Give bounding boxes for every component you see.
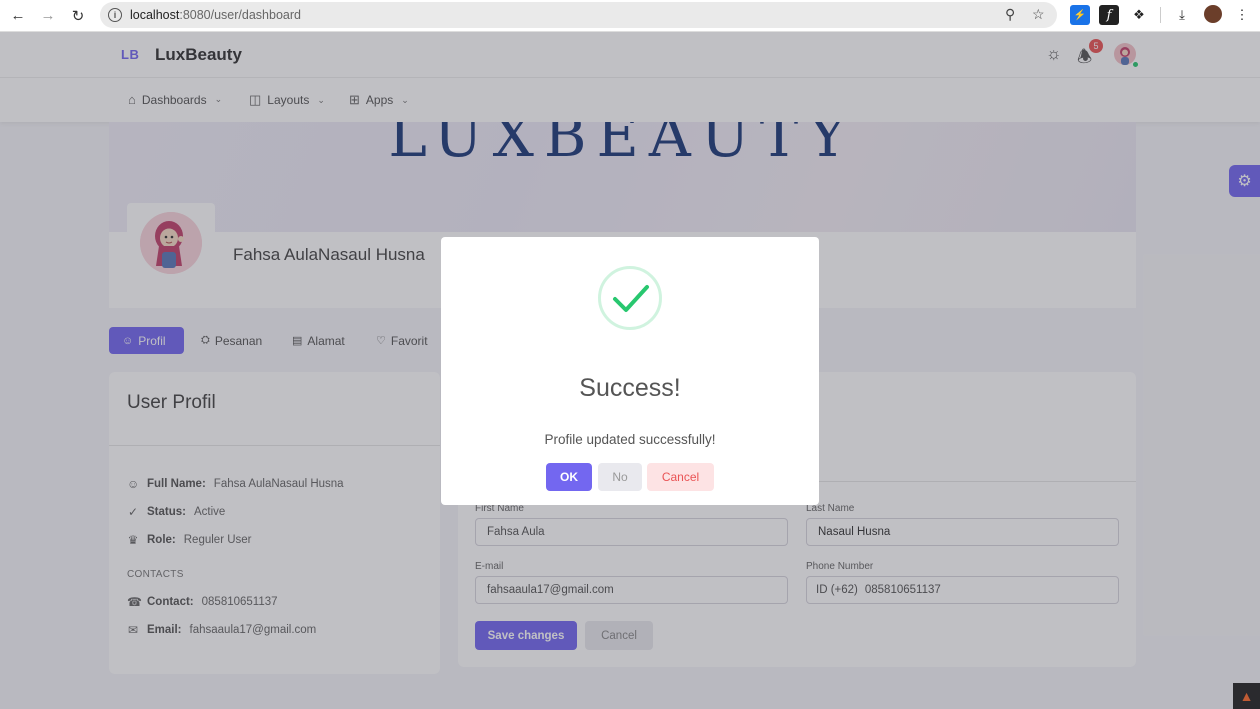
download-icon[interactable]: ⤓ xyxy=(1172,5,1192,25)
success-dialog: Success! Profile updated successfully! O… xyxy=(441,237,819,505)
site-info-icon[interactable]: i xyxy=(108,8,122,22)
ok-button[interactable]: OK xyxy=(546,463,592,491)
dialog-cancel-button[interactable]: Cancel xyxy=(647,463,714,491)
browser-toolbar: ← → ↻ i localhost:8080/user/dashboard ⚲ … xyxy=(0,0,1260,32)
puzzle-icon[interactable]: ❖ xyxy=(1129,5,1149,25)
zoom-icon[interactable]: ⚲ xyxy=(1005,6,1015,23)
checkmark-graphic xyxy=(613,285,649,312)
bookmark-star-icon[interactable]: ☆ xyxy=(1032,6,1045,23)
dialog-title: Success! xyxy=(579,374,681,402)
address-bar[interactable]: i localhost:8080/user/dashboard ⚲ ☆ xyxy=(100,2,1057,28)
extension-icon[interactable]: ⚡ xyxy=(1070,5,1090,25)
dialog-message: Profile updated successfully! xyxy=(544,432,716,447)
fx-extension-icon[interactable]: f xyxy=(1099,5,1119,25)
url-text: localhost:8080/user/dashboard xyxy=(130,8,301,22)
no-button[interactable]: No xyxy=(598,463,642,491)
toolbar-divider xyxy=(1160,7,1161,23)
back-icon[interactable]: ← xyxy=(3,3,33,29)
success-check-icon xyxy=(598,266,662,330)
reload-icon[interactable]: ↻ xyxy=(63,3,93,29)
forward-icon[interactable]: → xyxy=(33,3,63,29)
browser-profile-avatar[interactable] xyxy=(1204,5,1222,23)
more-vertical-icon[interactable]: ⋮ xyxy=(1232,5,1252,25)
